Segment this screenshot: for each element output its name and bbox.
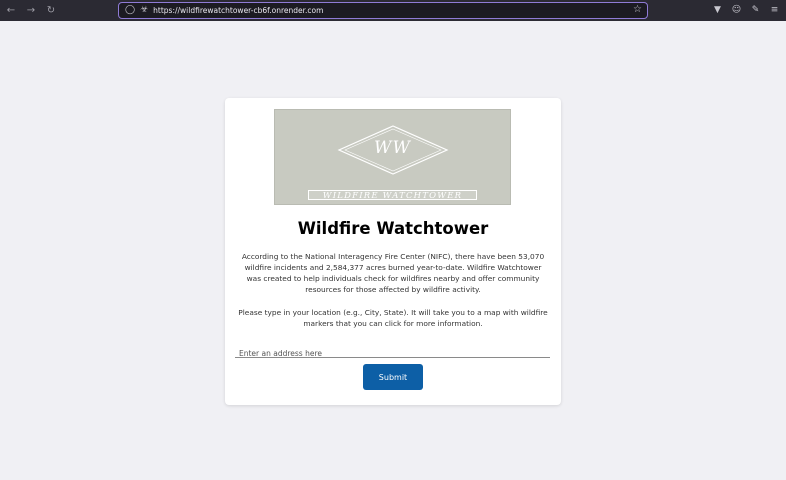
star-icon[interactable]: ☆ [633, 5, 642, 15]
forward-icon[interactable]: → [24, 4, 38, 18]
logo-subtitle: WILDFIRE WATCHTOWER [308, 190, 477, 201]
lock-icon[interactable]: ☣ [140, 6, 148, 15]
account-icon[interactable]: ☺ [731, 3, 742, 17]
logo-monogram: WW [374, 138, 411, 158]
back-icon[interactable]: ← [4, 4, 18, 18]
url-text: https://wildfirewatchtower-cb6f.onrender… [153, 6, 324, 15]
address-input[interactable] [235, 345, 550, 362]
toolbar-actions: ▼ ☺ ✎ ≡ [712, 3, 780, 17]
page-title: Wildfire Watchtower [297, 219, 489, 238]
site-logo: WW WILDFIRE WATCHTOWER [274, 109, 511, 205]
pocket-icon[interactable]: ▼ [712, 3, 723, 17]
submit-button[interactable]: Submit [363, 364, 423, 390]
menu-icon[interactable]: ≡ [769, 3, 780, 17]
url-bar[interactable]: ◯ ☣ https://wildfirewatchtower-cb6f.onre… [118, 2, 648, 19]
shield-icon[interactable]: ◯ [125, 6, 135, 15]
instructions-text: Please type in your location (e.g., City… [238, 308, 548, 328]
reload-icon[interactable]: ↻ [44, 4, 58, 18]
address-field [235, 341, 550, 362]
extensions-icon[interactable]: ✎ [750, 3, 761, 17]
intro-text: According to the National Interagency Fi… [241, 252, 545, 294]
main-card: WW WILDFIRE WATCHTOWER Wildfire Watchtow… [225, 98, 561, 405]
browser-toolbar: ← → ↻ ◯ ☣ https://wildfirewatchtower-cb6… [0, 0, 786, 21]
